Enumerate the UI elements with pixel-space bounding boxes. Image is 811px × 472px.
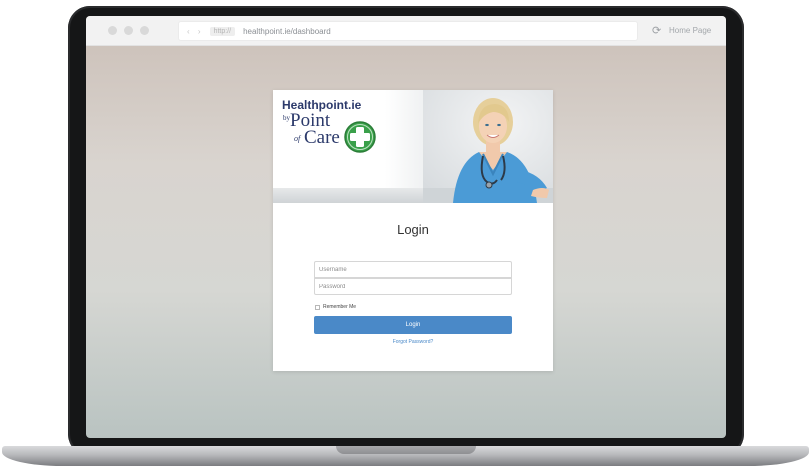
- username-input[interactable]: [314, 261, 512, 278]
- forgot-password-link[interactable]: Forgot Password?: [273, 339, 553, 345]
- remember-me-label: Remember Me: [323, 304, 357, 310]
- nurse-photo: [423, 90, 553, 203]
- browser-toolbar: ‹ › http:// healthpoint.ie/dashboard ⟳ H…: [86, 16, 726, 46]
- url-scheme: http://: [209, 26, 236, 36]
- close-window-dot[interactable]: [108, 26, 117, 35]
- login-heading: Login: [397, 222, 429, 237]
- brand-by: by: [283, 114, 290, 122]
- maximize-window-dot[interactable]: [140, 26, 149, 35]
- hero-banner: Healthpoint.ie by Point of Care: [273, 90, 553, 203]
- home-page-link[interactable]: Home Page: [669, 26, 711, 35]
- laptop-screen: ‹ › http:// healthpoint.ie/dashboard ⟳ H…: [86, 16, 726, 438]
- brand-of: of: [294, 134, 301, 143]
- address-bar[interactable]: ‹ › http:// healthpoint.ie/dashboard: [178, 21, 638, 41]
- login-card: Healthpoint.ie by Point of Care Login Us…: [273, 90, 553, 371]
- minimize-window-dot[interactable]: [124, 26, 133, 35]
- medical-cross-icon: [344, 121, 376, 153]
- url-text[interactable]: healthpoint.ie/dashboard: [243, 27, 331, 36]
- brand-care: Care: [304, 127, 340, 148]
- remember-me-checkbox[interactable]: [315, 304, 320, 310]
- laptop-hinge-notch: [336, 446, 476, 454]
- reload-icon[interactable]: ⟳: [652, 24, 661, 37]
- window-controls: [108, 26, 149, 35]
- remember-me-row[interactable]: Remember Me: [315, 304, 356, 310]
- login-button[interactable]: Login: [314, 316, 512, 334]
- password-input[interactable]: [314, 278, 512, 295]
- back-forward-icon[interactable]: ‹ ›: [187, 27, 204, 36]
